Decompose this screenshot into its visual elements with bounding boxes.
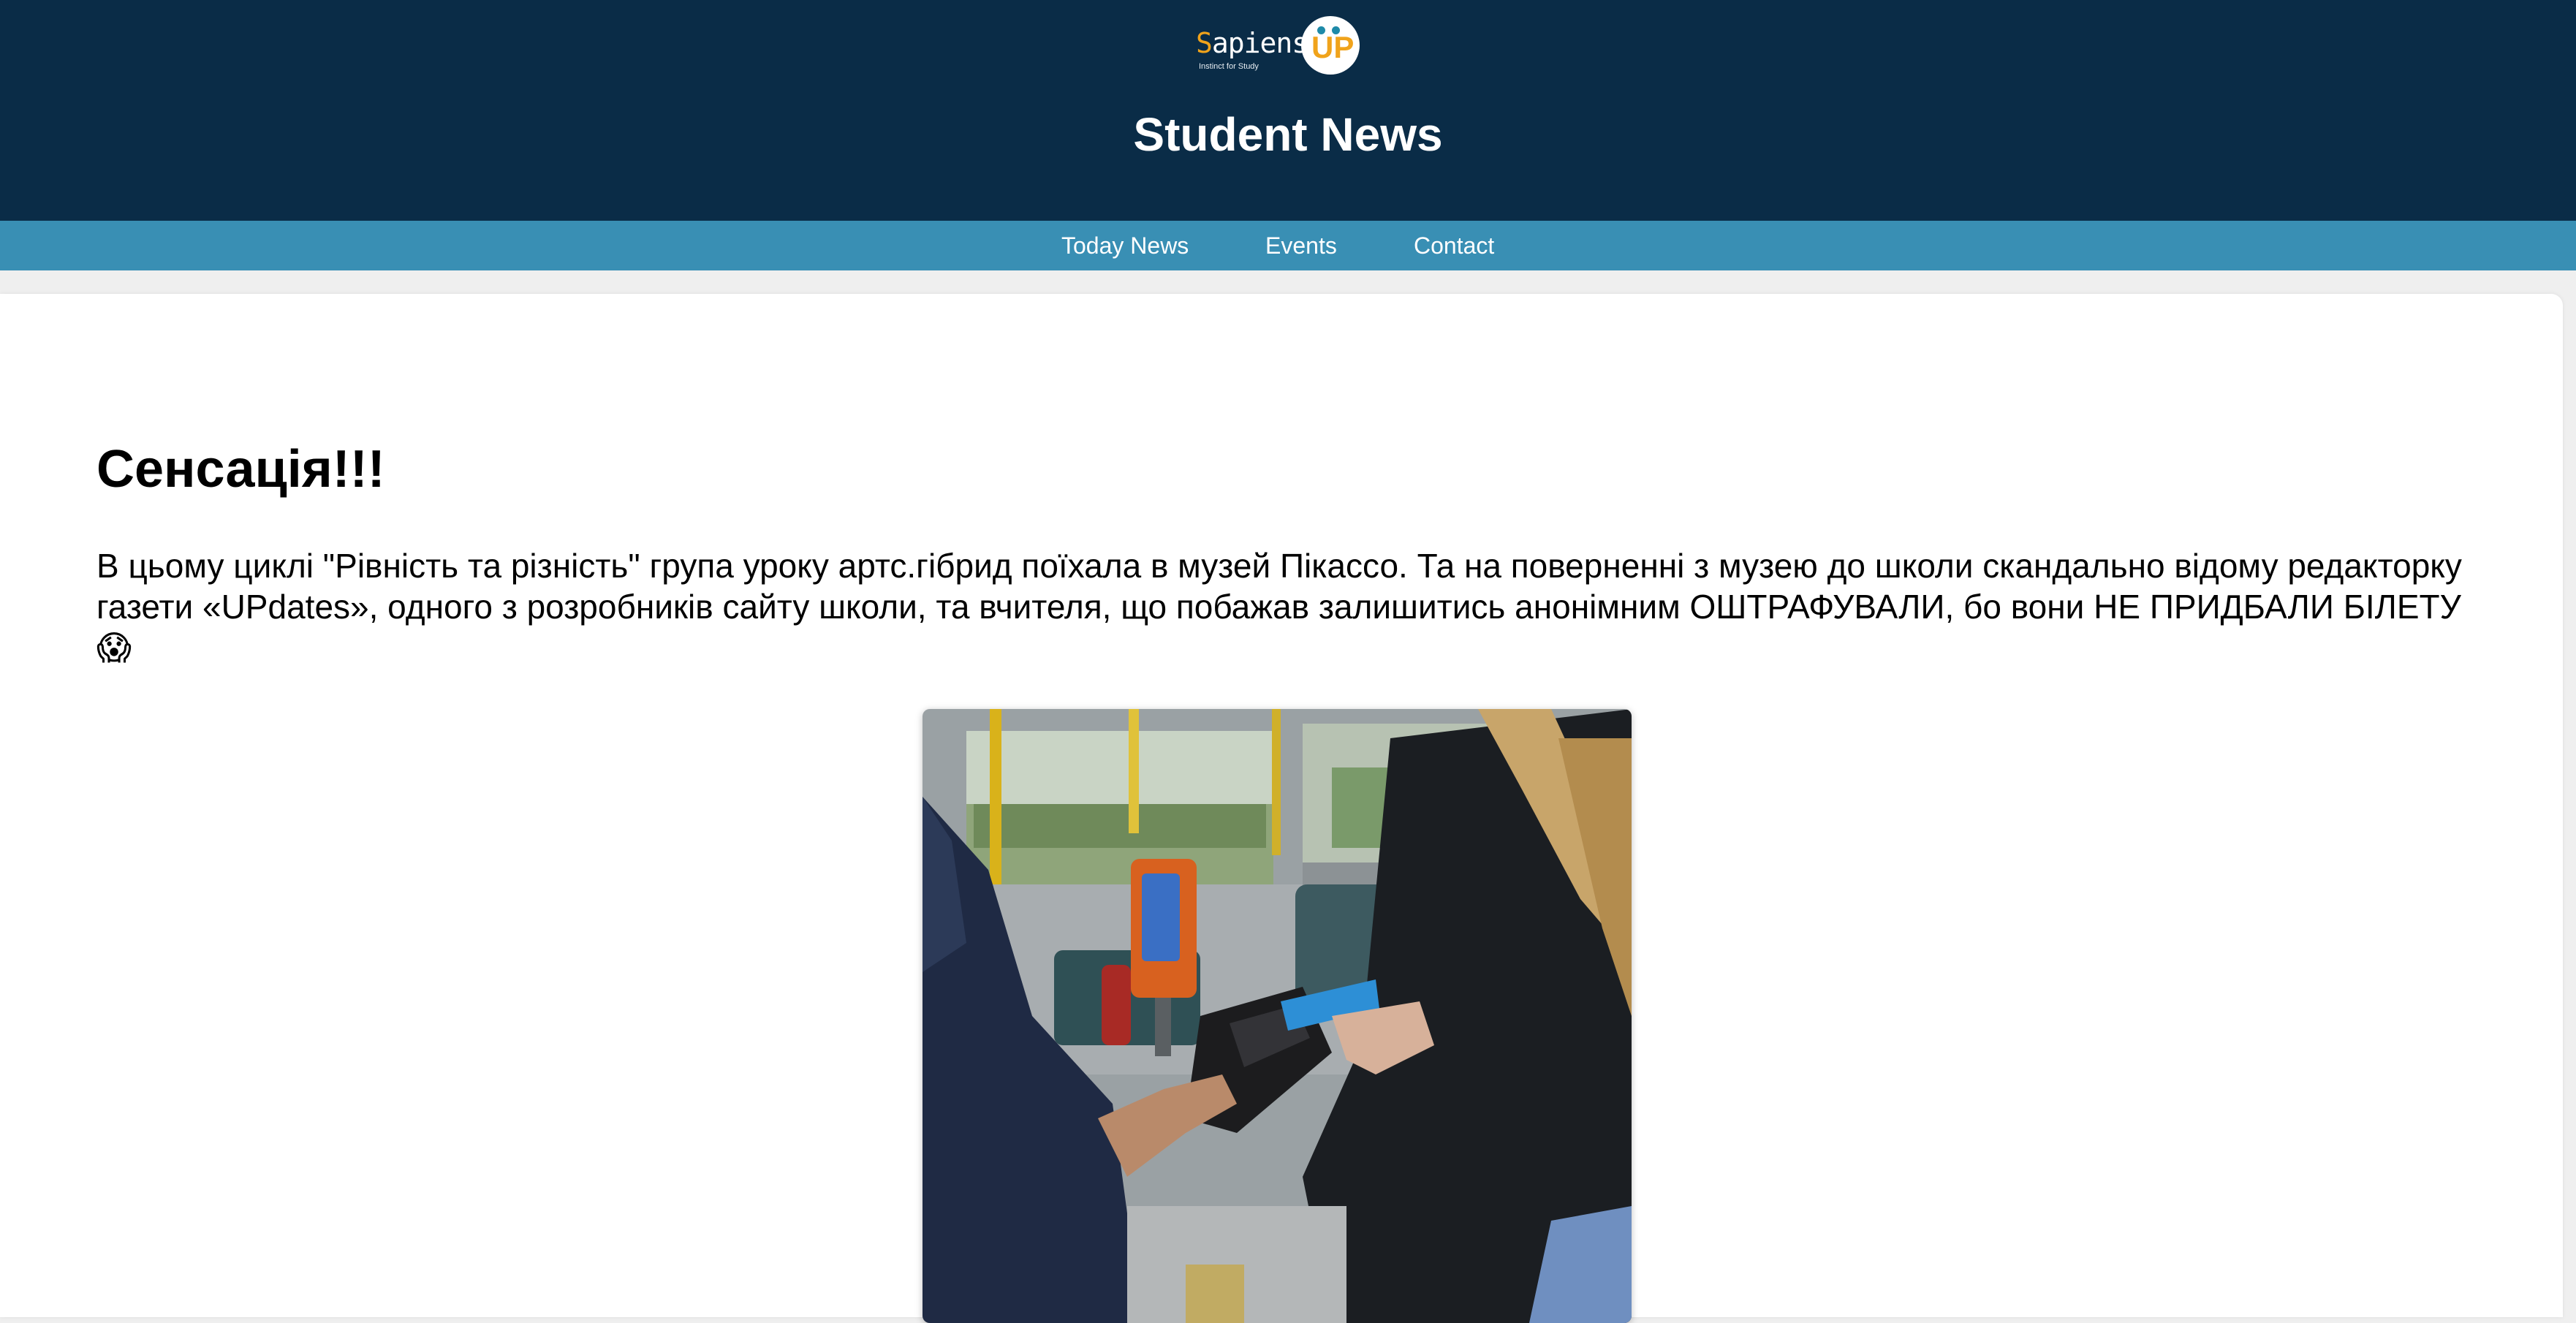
article-photo [923, 709, 1632, 1323]
logo-tagline: Instinct for Study [1199, 62, 1259, 71]
site-header: Sapiens Instinct for Study UP Student Ne… [0, 0, 2576, 221]
nav-events[interactable]: Events [1265, 232, 1337, 259]
site-title: Student News [1133, 108, 1443, 161]
logo-badge-icon: UP [1301, 16, 1360, 75]
logo-wordmark: Sapiens [1196, 27, 1308, 59]
nav-contact[interactable]: Contact [1414, 232, 1494, 259]
main-nav: Today News Events Contact [0, 221, 2576, 270]
main-content: Сенсація!!! В цьому циклі "Рівність та р… [0, 294, 2563, 1323]
article-body: В цьому циклі "Рівність та різність" гру… [96, 547, 2462, 667]
site-logo[interactable]: Sapiens Instinct for Study UP [1193, 13, 1363, 79]
nav-today-news[interactable]: Today News [1061, 232, 1189, 259]
tram-ticket-check-photo [923, 709, 1632, 1323]
article-title: Сенсація!!! [96, 440, 385, 499]
logo-badge-text: UP [1311, 30, 1355, 64]
